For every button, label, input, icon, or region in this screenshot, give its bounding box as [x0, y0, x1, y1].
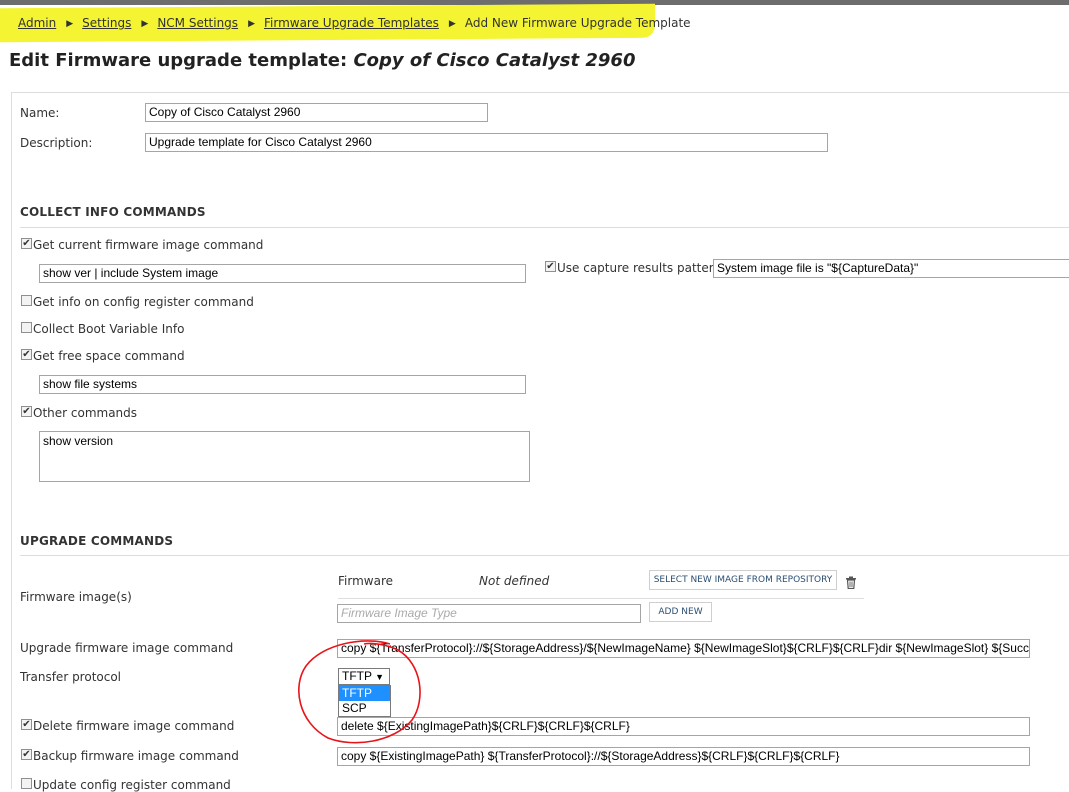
divider [20, 227, 1069, 228]
breadcrumb-firmware-templates[interactable]: Firmware Upgrade Templates [264, 16, 439, 30]
capture-pattern-checkbox[interactable]: ✔ [545, 261, 556, 272]
get-firmware-label: Get current firmware image command [33, 238, 264, 252]
upgrade-command-input[interactable]: copy ${TransferProtocol}://${StorageAddr… [337, 639, 1030, 658]
name-label: Name: [20, 106, 60, 120]
select-image-button[interactable]: SELECT NEW IMAGE FROM REPOSITORY [649, 570, 837, 590]
breadcrumb-separator-icon: ▶ [248, 19, 255, 29]
delete-image-label: Delete firmware image command [33, 719, 235, 733]
breadcrumb-separator-icon: ▶ [448, 19, 456, 29]
upgrade-commands-heading: UPGRADE COMMANDS [20, 534, 174, 548]
delete-image-input[interactable]: delete ${ExistingImagePath}${CRLF}${CRLF… [337, 717, 1030, 736]
breadcrumb-admin[interactable]: Admin [18, 16, 56, 30]
config-register-checkbox[interactable] [21, 295, 32, 306]
add-new-button[interactable]: ADD NEW [649, 602, 712, 622]
firmware-images-label: Firmware image(s) [20, 590, 132, 604]
get-firmware-input[interactable]: show ver | include System image [39, 264, 526, 283]
breadcrumb-ncm-settings[interactable]: NCM Settings [157, 16, 238, 30]
other-commands-textarea[interactable]: show version [39, 431, 530, 482]
free-space-label: Get free space command [33, 349, 185, 363]
annotation-circle [298, 640, 421, 744]
breadcrumb-current: Add New Firmware Upgrade Template [464, 16, 691, 30]
firmware-status: Not defined [479, 574, 550, 588]
update-register-label: Update config register command [33, 778, 231, 792]
other-commands-checkbox[interactable]: ✔ [21, 406, 32, 417]
backup-image-input[interactable]: copy ${ExistingImagePath} ${TransferProt… [337, 747, 1030, 766]
transfer-protocol-label: Transfer protocol [20, 670, 122, 684]
collect-info-heading: COLLECT INFO COMMANDS [20, 205, 206, 219]
breadcrumb-separator-icon: ▶ [66, 19, 74, 29]
free-space-checkbox[interactable]: ✔ [21, 349, 32, 360]
firmware-column-label: Firmware [338, 574, 393, 588]
update-register-checkbox[interactable] [21, 778, 32, 789]
capture-pattern-label: Use capture results pattern [557, 261, 722, 275]
boot-variable-checkbox[interactable] [21, 322, 32, 333]
delete-image-checkbox[interactable]: ✔ [21, 719, 32, 730]
breadcrumb: Admin ▶ Settings ▶ NCM Settings ▶ Firmware Upg… [18, 16, 691, 30]
breadcrumb-separator-icon: ▶ [141, 19, 149, 29]
other-commands-label: Other commands [33, 406, 138, 420]
divider [20, 555, 1069, 556]
image-type-input[interactable]: Firmware Image Type [337, 604, 641, 623]
free-space-input[interactable]: show file systems [39, 375, 526, 394]
description-input[interactable]: Upgrade template for Cisco Catalyst 2960 [145, 133, 828, 152]
divider [338, 598, 864, 599]
page-title-template-name: Copy of Cisco Catalyst 2960 [353, 50, 636, 71]
capture-pattern-input[interactable]: System image file is "${CaptureData}" [713, 259, 1069, 278]
description-label: Description: [20, 136, 93, 150]
backup-image-checkbox[interactable]: ✔ [21, 749, 32, 760]
boot-variable-label: Collect Boot Variable Info [33, 322, 185, 336]
page-title-prefix: Edit Firmware upgrade template: [9, 50, 354, 71]
config-register-label: Get info on config register command [33, 295, 254, 309]
trash-icon[interactable] [845, 574, 857, 590]
name-input[interactable]: Copy of Cisco Catalyst 2960 [145, 103, 488, 122]
page-title: Edit Firmware upgrade template: Copy of … [9, 50, 635, 71]
get-firmware-checkbox[interactable]: ✔ [21, 238, 32, 249]
backup-image-label: Backup firmware image command [33, 749, 239, 763]
upgrade-command-label: Upgrade firmware image command [20, 641, 234, 655]
breadcrumb-settings[interactable]: Settings [82, 16, 131, 30]
